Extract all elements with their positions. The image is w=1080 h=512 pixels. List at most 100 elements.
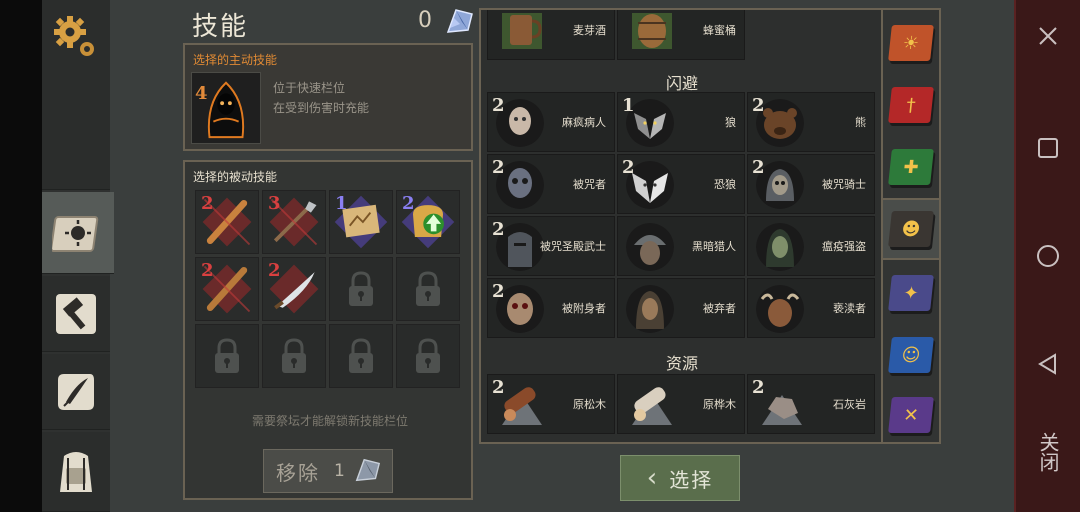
remove-label: 移除 — [276, 460, 320, 485]
locked-slot[interactable] — [262, 324, 326, 388]
passive-slot-map[interactable]: 1 — [329, 190, 393, 254]
list-item[interactable]: 2 被咒者 — [487, 154, 615, 214]
tab-violet-book[interactable]: ✕ — [883, 384, 939, 446]
list-item[interactable]: 2 被附身者 — [487, 278, 615, 338]
passive-slot-scimitar[interactable]: 2 — [262, 257, 326, 321]
green-book-icon: ✚ — [888, 149, 934, 185]
scroll-quill-icon — [58, 373, 94, 410]
active-skill-panel: 选择的主动技能 4 位于快速栏位 在受到伤害时充能 — [183, 43, 473, 151]
item-level: 1 — [622, 95, 635, 116]
list-item[interactable]: 黑暗猎人 — [617, 216, 745, 276]
list-item[interactable]: 原桦木 — [617, 374, 745, 434]
item-name: 麦芽酒 — [573, 24, 606, 37]
slot-level: 2 — [402, 193, 415, 214]
item-name: 被咒骑士 — [822, 178, 866, 191]
locked-slot[interactable] — [195, 324, 259, 388]
item-level: 2 — [492, 377, 505, 398]
list-item[interactable]: 2 被咒圣殿武士 — [487, 216, 615, 276]
item-name: 麻疯病人 — [562, 116, 606, 129]
list-item[interactable]: 瘟疫强盗 — [747, 216, 875, 276]
crystal-icon — [446, 9, 473, 33]
lock-icon — [416, 338, 440, 373]
tab-mask-book[interactable]: ☻ — [883, 198, 939, 260]
passive-slot-bag[interactable]: 2 — [396, 190, 460, 254]
list-item[interactable]: 麦芽酒 — [487, 10, 615, 60]
active-skill-heading: 选择的主动技能 — [193, 53, 278, 67]
slot-level: 2 — [268, 260, 281, 281]
locked-slot[interactable] — [329, 324, 393, 388]
remove-skill-button[interactable]: 移除 1 — [263, 449, 393, 493]
item-level: 2 — [492, 157, 505, 178]
violet-book-icon: ✕ — [888, 397, 934, 433]
slot-level: 3 — [268, 193, 281, 214]
tab-red-book[interactable]: † — [883, 74, 939, 136]
remove-cost: 1 — [334, 461, 347, 481]
active-skill-hint-2: 在受到伤害时充能 — [273, 101, 370, 115]
list-item[interactable]: 2 石灰岩 — [747, 374, 875, 434]
passive-skill-grid: 2 3 1 2 2 2 — [195, 190, 463, 388]
skill-source-list[interactable]: 麦芽酒 蜂蜜桶 闪避 2 麻疯病人 1 狼 2 熊 2 被咒者 2 恐狼 2 被… — [479, 8, 883, 444]
passive-slot-club-2[interactable]: 2 — [195, 257, 259, 321]
lock-icon — [282, 338, 306, 373]
list-item[interactable]: 蜂蜜桶 — [617, 10, 745, 60]
main-menu — [42, 0, 114, 512]
square-icon — [1038, 138, 1058, 158]
item-name: 蜂蜜桶 — [703, 24, 736, 37]
slot-level: 1 — [335, 193, 348, 214]
close-text-button[interactable]: 关闭 — [1016, 432, 1080, 472]
recent-apps-button[interactable] — [1016, 128, 1080, 168]
item-name: 石灰岩 — [833, 398, 866, 411]
passive-skill-panel: 选择的被动技能 2 3 1 2 2 2 需要祭坛才能解锁新技能栏位 移除 1 — [183, 160, 473, 500]
tab-sun-book[interactable]: ☀ — [883, 12, 939, 74]
item-name: 被咒圣殿武士 — [540, 240, 606, 253]
passive-skill-heading: 选择的被动技能 — [193, 170, 278, 184]
item-name: 被弃者 — [703, 302, 736, 315]
home-button[interactable] — [1016, 236, 1080, 276]
character-tab[interactable] — [42, 432, 110, 512]
list-item[interactable]: 2 原松木 — [487, 374, 615, 434]
crystal-icon — [355, 458, 380, 482]
locked-slot[interactable] — [396, 257, 460, 321]
locked-slot[interactable] — [396, 324, 460, 388]
item-name: 狼 — [725, 116, 736, 129]
list-item[interactable]: 1 狼 — [617, 92, 745, 152]
tab-purple-book[interactable]: ✦ — [883, 262, 939, 324]
close-x-button[interactable] — [1016, 16, 1080, 56]
item-name: 恐狼 — [714, 178, 736, 191]
item-name: 被咒者 — [573, 178, 606, 191]
back-button[interactable] — [1016, 344, 1080, 384]
list-item[interactable]: 2 熊 — [747, 92, 875, 152]
item-name: 熊 — [855, 116, 866, 129]
settings-button[interactable] — [42, 0, 110, 190]
item-level: 2 — [622, 157, 635, 178]
journal-tab[interactable] — [42, 354, 110, 430]
passive-slot-spear[interactable]: 3 — [262, 190, 326, 254]
locked-slot[interactable] — [329, 257, 393, 321]
red-book-icon: † — [888, 87, 934, 123]
circle-icon — [1037, 245, 1059, 267]
list-item[interactable]: 2 麻疯病人 — [487, 92, 615, 152]
purple-book-icon: ✦ — [888, 275, 934, 311]
lock-icon — [349, 338, 373, 373]
item-name: 黑暗猎人 — [692, 240, 736, 253]
list-item[interactable]: 2 恐狼 — [617, 154, 745, 214]
tab-blue-book[interactable]: ☺ — [883, 324, 939, 386]
backpack-icon — [60, 451, 92, 492]
page-title: 技能 — [192, 12, 249, 42]
skill-book-icon — [52, 215, 99, 252]
left-black-bar — [0, 0, 42, 512]
list-item[interactable]: 被弃者 — [617, 278, 745, 338]
slot-level: 2 — [201, 260, 214, 281]
skills-book-tab[interactable] — [42, 192, 114, 274]
list-item[interactable]: 亵渎者 — [747, 278, 875, 338]
crafting-tab[interactable] — [42, 276, 110, 352]
game-screen: 技能 0 选择的主动技能 4 位于快速栏位 在受到伤害时充能 选择的被动技能 2… — [42, 0, 1014, 512]
unlock-slots-note: 需要祭坛才能解锁新技能栏位 — [251, 414, 408, 428]
select-button[interactable]: ‹ 选择 — [620, 455, 740, 501]
section-title-dodge: 闪避 — [665, 74, 698, 93]
list-item[interactable]: 2 被咒骑士 — [747, 154, 875, 214]
tab-green-book[interactable]: ✚ — [883, 136, 939, 198]
passive-slot-club[interactable]: 2 — [195, 190, 259, 254]
item-name: 被附身者 — [562, 302, 606, 315]
crystal-count: 0 — [418, 8, 432, 33]
